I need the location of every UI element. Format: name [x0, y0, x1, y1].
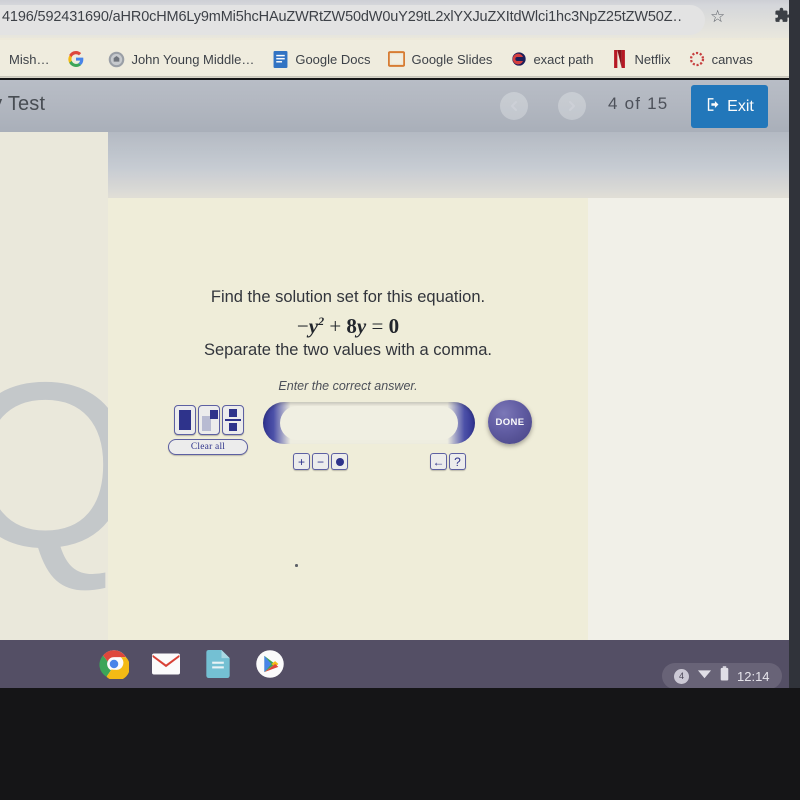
bookmark-label: Mish…: [9, 51, 50, 67]
equation-coefficient: 8: [346, 314, 357, 338]
utility-button-group: ← ?: [430, 453, 466, 470]
bookmarks-bar: Mish… John Young Middle… Google Docs Goo…: [0, 40, 800, 78]
fraction-numerator-icon: [229, 409, 237, 417]
done-button[interactable]: DONE: [488, 400, 532, 444]
empty-box-icon: [179, 410, 191, 430]
equation-rhs: 0: [388, 314, 400, 338]
equation-exponent: 2: [318, 314, 325, 328]
minus-glyph: −: [316, 454, 324, 469]
bookmark-google[interactable]: [58, 49, 99, 70]
equation-plus: +: [329, 314, 342, 338]
address-bar-text: 4196/592431690/aHR0cHM6Ly9mMi5hcHAuZWRtZ…: [2, 9, 682, 25]
google-docs-icon: [272, 50, 289, 68]
clock: 12:14: [737, 668, 770, 684]
address-bar[interactable]: 4196/592431690/aHR0cHM6Ly9mMi5hcHAuZWRtZ…: [0, 5, 705, 35]
next-question-button[interactable]: [558, 92, 586, 120]
previous-question-button[interactable]: [500, 92, 528, 120]
bookmark-label: canvas: [711, 51, 753, 67]
card-right-fill: [588, 198, 800, 640]
bookmark-label: John Young Middle…: [131, 51, 255, 67]
device-bezel-bottom: [0, 688, 800, 800]
template-button-group: [174, 405, 244, 435]
empty-box-template-button[interactable]: [174, 405, 196, 435]
wifi-icon: [697, 667, 712, 685]
equation-variable-2: y: [356, 314, 367, 338]
dot-glyph: [335, 457, 344, 466]
page-title: ery Test: [0, 93, 46, 115]
question-counter: 4 of 15: [608, 94, 669, 113]
bookmark-label: exact path: [533, 51, 594, 67]
question-prompt: Find the solution set for this equation.: [210, 288, 486, 306]
battery-icon: [720, 666, 729, 686]
body-top-gradient: [0, 132, 800, 198]
operator-button-group: + −: [293, 453, 348, 470]
backspace-button[interactable]: ←: [430, 453, 447, 470]
device-bezel-right: [789, 0, 800, 688]
canvas-icon: [689, 51, 706, 68]
bookmark-google-slides[interactable]: Google Slides: [379, 49, 501, 70]
equation-minus: −: [296, 314, 309, 338]
assessment-header: ery Test 4 of 15: [0, 80, 800, 132]
exit-button[interactable]: Exit: [691, 85, 768, 128]
bookmark-label: Google Slides: [411, 51, 493, 67]
clear-all-button[interactable]: Clear all: [168, 439, 248, 455]
equation-equals: =: [371, 314, 384, 338]
minus-button[interactable]: −: [312, 453, 329, 470]
google-icon: [67, 51, 84, 68]
system-tray[interactable]: 4 12:14: [662, 663, 782, 689]
dot-button[interactable]: [331, 453, 348, 470]
browser-chrome: 4196/592431690/aHR0cHM6Ly9mMi5hcHAuZWRtZ…: [0, 0, 800, 80]
mouse-cursor-dot: [295, 564, 298, 567]
exact-path-icon: [510, 51, 527, 68]
answer-hint: Enter the correct answer.: [278, 379, 418, 393]
notification-badge: 4: [674, 668, 689, 684]
play-store-icon[interactable]: [254, 648, 286, 680]
screenshot-root: 4196/592431690/aHR0cHM6Ly9mMi5hcHAuZWRtZ…: [0, 0, 800, 800]
fraction-template-button[interactable]: [222, 405, 244, 435]
bookmark-exact-path[interactable]: exact path: [501, 49, 602, 70]
gmail-icon[interactable]: [150, 648, 182, 680]
bookmark-label: Google Docs: [295, 51, 371, 67]
backspace-glyph: ←: [432, 454, 445, 469]
google-slides-icon: [388, 51, 406, 68]
assessment-body: Q Find the solution set for this equatio…: [0, 132, 800, 640]
netflix-icon: [611, 50, 628, 68]
help-button[interactable]: ?: [449, 453, 466, 470]
bookmark-mish[interactable]: Mish…: [0, 50, 58, 69]
bookmark-label: Netflix: [634, 51, 671, 67]
help-glyph: ?: [454, 454, 461, 469]
bookmark-canvas[interactable]: canvas: [680, 49, 762, 70]
exit-button-label: Exit: [727, 97, 754, 115]
fraction-denominator-icon: [229, 423, 237, 431]
answer-input-inner: [280, 406, 458, 440]
question-equation: −y2 + 8y = 0: [108, 314, 588, 339]
clear-all-label: Clear all: [190, 442, 226, 452]
superscript-exponent-icon: [210, 410, 218, 419]
chrome-icon[interactable]: [98, 648, 130, 680]
plus-button[interactable]: +: [293, 453, 310, 470]
plus-glyph: +: [297, 454, 305, 469]
bookmark-netflix[interactable]: Netflix: [602, 49, 679, 70]
bookmark-john-young-middle[interactable]: John Young Middle…: [99, 49, 263, 70]
bookmark-star-icon[interactable]: ☆: [710, 8, 725, 25]
question-instruction: Separate the two values with a comma.: [204, 341, 492, 359]
fraction-bar-icon: [225, 419, 241, 422]
math-answer-widget: Clear all + − ← ? DONE: [108, 400, 588, 490]
left-pane: [0, 132, 108, 640]
omnibox-strip: 4196/592431690/aHR0cHM6Ly9mMi5hcHAuZWRtZ…: [0, 0, 800, 38]
exit-door-icon: [705, 96, 722, 118]
google-docs-app-icon[interactable]: [202, 648, 234, 680]
equation-variable: y: [308, 314, 319, 338]
superscript-template-button[interactable]: [198, 405, 220, 435]
answer-input[interactable]: [263, 402, 475, 444]
bookmark-google-docs[interactable]: Google Docs: [263, 49, 379, 70]
shelf-app-icons: [98, 648, 286, 680]
school-crest-icon: [108, 51, 125, 68]
done-button-label: DONE: [495, 416, 525, 428]
